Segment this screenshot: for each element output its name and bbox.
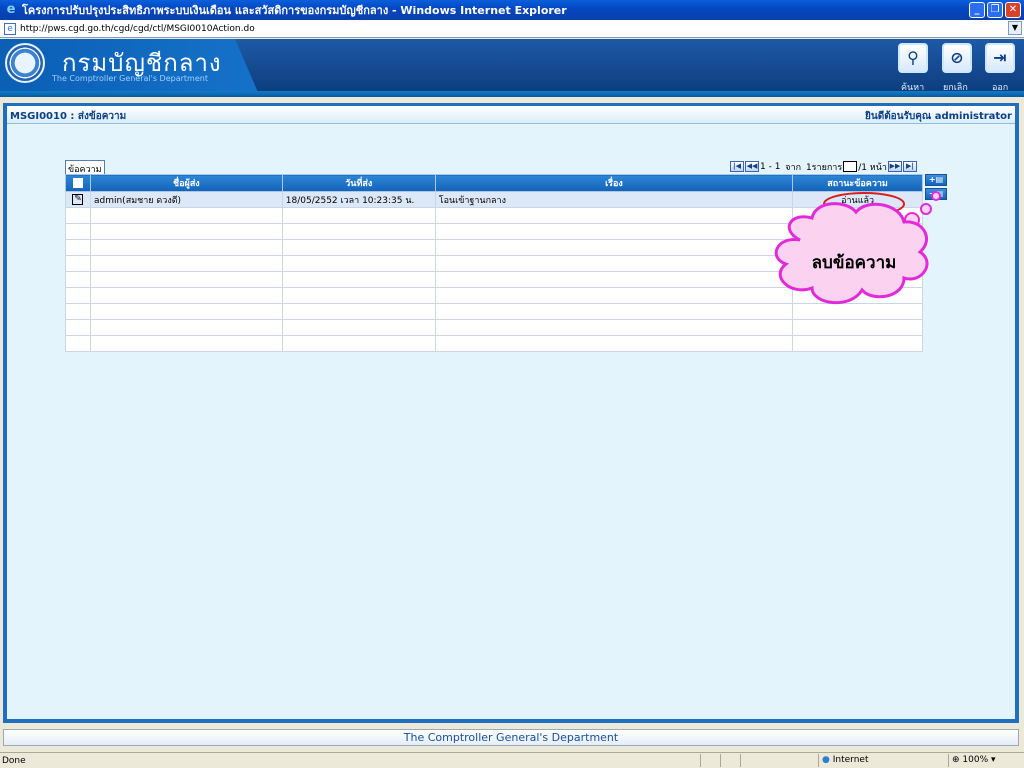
zoom-level: 100% [962, 755, 989, 765]
browser-status-bar: Done ● Internet ⊕ 100% ▾ [0, 752, 1024, 768]
zoom-icon: ⊕ [952, 755, 960, 765]
thought-bubble-dot [920, 203, 932, 215]
chevron-down-icon[interactable]: ▾ [991, 755, 996, 765]
thought-bubble-dot [931, 191, 941, 201]
zoom-control[interactable]: ⊕ 100% ▾ [952, 755, 996, 765]
internet-zone: ● Internet [822, 755, 868, 765]
zone-label: Internet [832, 755, 869, 765]
status-divider [720, 754, 721, 767]
status-divider [818, 754, 819, 767]
delete-callout-annotation: ลบข้อความ [774, 191, 941, 305]
status-divider [740, 754, 741, 767]
globe-icon: ● [822, 755, 830, 765]
page-footer: The Comptroller General's Department [3, 729, 1019, 746]
callout-text: ลบข้อความ [812, 253, 897, 273]
status-divider [948, 754, 949, 767]
status-text: Done [2, 756, 26, 766]
status-divider [700, 754, 701, 767]
